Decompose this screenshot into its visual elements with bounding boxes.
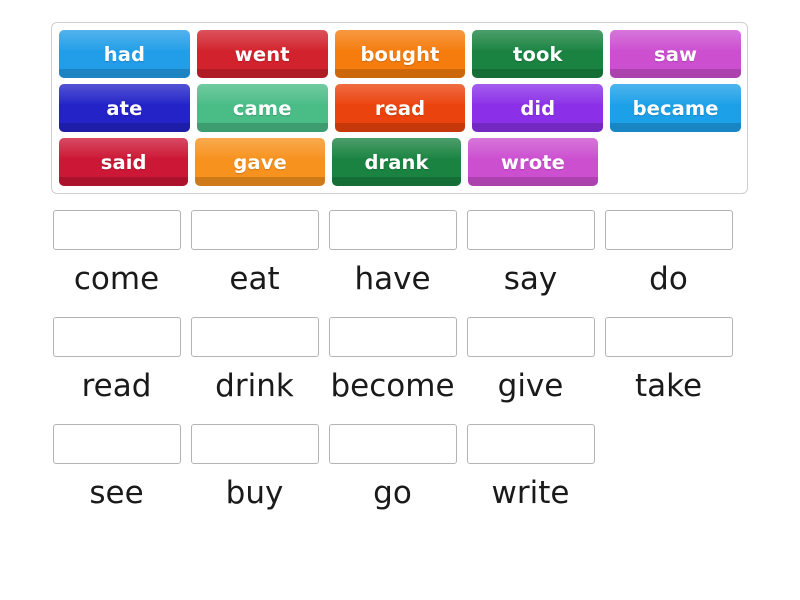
answer-row: come eat have say do — [51, 210, 749, 295]
tile-slot-empty — [605, 138, 734, 186]
prompt-word: eat — [229, 261, 280, 297]
word-tile-saw[interactable]: saw — [610, 30, 741, 78]
word-tile-label: said — [100, 150, 147, 174]
drop-slot-have[interactable] — [328, 210, 457, 250]
word-tile-label: saw — [654, 42, 698, 66]
tile-row: said gave drank wrote — [59, 138, 741, 186]
word-tile-read[interactable]: read — [334, 84, 466, 132]
prompt-word: take — [634, 368, 703, 404]
word-tile-drank[interactable]: drank — [331, 138, 462, 186]
word-tile-became[interactable]: became — [610, 84, 741, 132]
drop-slot-drink[interactable] — [190, 317, 319, 357]
drop-slot-go[interactable] — [328, 424, 457, 464]
word-tile-said[interactable]: said — [59, 138, 189, 186]
prompt-word: write — [491, 475, 570, 511]
answer-cell-do: do — [603, 210, 734, 295]
word-tile-label: gave — [233, 150, 287, 174]
drop-slot-see[interactable] — [52, 424, 181, 464]
answer-grid: come eat have say do read drink become give take s… — [51, 210, 749, 531]
prompt-word: come — [73, 261, 160, 297]
word-tile-gave[interactable]: gave — [195, 138, 326, 186]
drop-slot-take[interactable] — [604, 317, 733, 357]
prompt-word: give — [497, 368, 564, 404]
answer-cell-eat: eat — [189, 210, 320, 295]
answer-cell-come: come — [51, 210, 182, 295]
word-tile-label: did — [520, 96, 556, 120]
word-tile-bought[interactable]: bought — [334, 30, 466, 78]
word-tile-label: bought — [360, 42, 440, 66]
answer-cell-read: read — [51, 317, 182, 402]
word-tile-label: became — [632, 96, 719, 120]
drop-slot-write[interactable] — [466, 424, 595, 464]
word-tile-ate[interactable]: ate — [59, 84, 190, 132]
drop-slot-buy[interactable] — [190, 424, 319, 464]
answer-cell-become: become — [327, 317, 458, 402]
word-tile-had[interactable]: had — [59, 30, 190, 78]
drop-slot-give[interactable] — [466, 317, 595, 357]
drop-slot-say[interactable] — [466, 210, 595, 250]
drop-slot-do[interactable] — [604, 210, 733, 250]
word-tile-label: read — [374, 96, 426, 120]
tile-row: had went bought took saw — [59, 30, 741, 78]
word-tile-took[interactable]: took — [472, 30, 604, 78]
answer-cell-say: say — [465, 210, 596, 295]
answer-cell-take: take — [603, 317, 734, 402]
prompt-word: say — [503, 261, 558, 297]
word-tile-label: took — [513, 42, 563, 66]
answer-cell-write: write — [465, 424, 596, 509]
answer-cell-buy: buy — [189, 424, 320, 509]
prompt-word: go — [373, 475, 412, 511]
answer-cell-see: see — [51, 424, 182, 509]
answer-cell-drink: drink — [189, 317, 320, 402]
answer-row: read drink become give take — [51, 317, 749, 402]
word-tile-label: wrote — [500, 150, 565, 174]
word-tile-went[interactable]: went — [196, 30, 328, 78]
drop-slot-come[interactable] — [52, 210, 181, 250]
prompt-word: read — [81, 368, 152, 404]
word-tile-came[interactable]: came — [196, 84, 328, 132]
prompt-word: see — [89, 475, 144, 511]
prompt-word: drink — [215, 368, 294, 404]
prompt-word: do — [649, 261, 688, 297]
prompt-word: buy — [225, 475, 284, 511]
answer-cell-have: have — [327, 210, 458, 295]
drop-slot-become[interactable] — [328, 317, 457, 357]
word-tile-label: had — [103, 42, 146, 66]
word-tile-label: went — [234, 42, 290, 66]
answer-cell-go: go — [327, 424, 458, 509]
word-tile-label: ate — [106, 96, 143, 120]
answer-row: see buy go write — [51, 424, 749, 509]
word-tile-label: drank — [364, 150, 429, 174]
prompt-word: have — [354, 261, 431, 297]
drop-slot-eat[interactable] — [190, 210, 319, 250]
word-tile-wrote[interactable]: wrote — [468, 138, 599, 186]
answer-cell-give: give — [465, 317, 596, 402]
drop-slot-read[interactable] — [52, 317, 181, 357]
word-tile-bank: had went bought took saw ate came read did became… — [51, 22, 748, 194]
word-tile-label: came — [232, 96, 292, 120]
word-tile-did[interactable]: did — [472, 84, 604, 132]
tile-row: ate came read did became — [59, 84, 741, 132]
prompt-word: become — [330, 368, 455, 404]
